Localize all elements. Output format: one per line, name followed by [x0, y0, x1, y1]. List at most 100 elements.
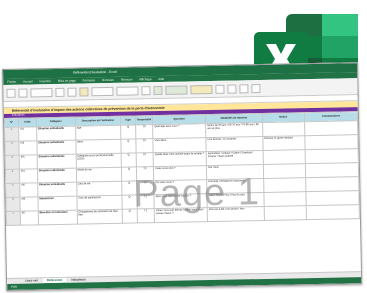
table-cell[interactable]: Vous êtes : — [153, 137, 207, 153]
table-cell[interactable]: T0 — [136, 180, 155, 195]
table-cell[interactable]: Oui / Non — [206, 164, 264, 180]
table-cell[interactable]: Q — [122, 208, 138, 224]
sort-filter-button[interactable] — [239, 83, 249, 93]
table-cell[interactable]: Une femme / Un homme — [205, 136, 263, 152]
table-cell[interactable]: Q — [121, 124, 136, 140]
table-cell[interactable]: Situation individuelle — [36, 140, 76, 155]
table-cell[interactable]: T0 — [135, 124, 154, 139]
table-cell[interactable]: I01 — [18, 126, 37, 142]
table-cell[interactable]: I02 — [18, 140, 37, 156]
number-format-button[interactable] — [141, 85, 151, 95]
table-cell[interactable]: I05 — [19, 182, 38, 198]
table-style-button[interactable] — [165, 84, 188, 95]
table-cell[interactable] — [263, 191, 307, 207]
table-cell[interactable] — [304, 134, 359, 150]
table-cell[interactable]: Agriculteur / Artisan / Cadre / Employé … — [206, 150, 263, 166]
table-cell[interactable]: 6 — [5, 197, 21, 212]
table-cell[interactable]: Q — [121, 138, 136, 154]
paste-button[interactable] — [6, 88, 16, 98]
column-header[interactable]: N° — [4, 118, 19, 128]
table-cell[interactable] — [305, 190, 360, 206]
insert-button[interactable] — [215, 84, 225, 94]
table-cell[interactable] — [262, 149, 306, 165]
menu-review[interactable]: Révision — [121, 77, 133, 81]
table-cell[interactable]: Quel âge avez-vous ? — [152, 123, 206, 139]
menu-help[interactable]: Aide — [158, 77, 164, 81]
table-cell[interactable] — [304, 120, 358, 136]
menu-layout[interactable]: Mise en page — [58, 79, 76, 83]
table-cell[interactable]: Situation individuelle — [36, 154, 76, 169]
table-cell[interactable]: T0 — [135, 152, 154, 167]
fill-color-button[interactable] — [79, 86, 89, 97]
table-cell[interactable]: Q — [122, 180, 137, 196]
table-cell[interactable] — [263, 205, 307, 221]
table-cell[interactable]: Situation individuelle — [37, 168, 77, 183]
column-header[interactable]: Type — [120, 115, 136, 126]
table-cell[interactable]: Taux de satisfaction — [76, 195, 123, 211]
menu-insert[interactable]: Insertion — [39, 79, 51, 83]
table-cell[interactable] — [263, 177, 306, 193]
menu-view[interactable]: Affichage — [139, 77, 152, 81]
alignment-group[interactable] — [91, 86, 114, 96]
table-cell[interactable]: 4 — [5, 169, 20, 184]
table-cell[interactable]: Sexe — [75, 139, 122, 155]
menu-home[interactable]: Accueil — [23, 79, 33, 83]
column-header[interactable]: Code — [18, 117, 37, 128]
table-cell[interactable] — [262, 163, 306, 179]
table-cell[interactable]: Lieu de vie — [76, 181, 123, 197]
menu-formulas[interactable]: Formules — [83, 78, 96, 82]
table-cell[interactable]: 7 — [6, 211, 21, 226]
table-cell[interactable]: Q — [121, 152, 136, 168]
table-cell[interactable]: Changement de sentiment de bien-être — [76, 209, 123, 225]
column-header[interactable]: Temporalité — [134, 115, 153, 125]
table-cell[interactable]: Situation individuelle — [37, 182, 77, 197]
table-cell[interactable]: 3 — [5, 155, 20, 170]
table-cell[interactable]: Bien-être et motivation — [37, 210, 78, 225]
font-selector[interactable] — [30, 87, 53, 97]
table-cell[interactable] — [305, 148, 359, 164]
table-cell[interactable]: I03 — [19, 154, 38, 170]
table-cell[interactable]: Domicile / Résidence autonomie — [206, 178, 264, 194]
find-button[interactable] — [251, 83, 261, 93]
table-cell[interactable]: Préciser le genre déclaré — [262, 135, 306, 151]
table-cell[interactable]: Q — [122, 194, 137, 210]
table-cell[interactable]: Mode de vie — [75, 167, 123, 183]
italic-button[interactable] — [67, 87, 77, 97]
menu-data[interactable]: Données — [102, 78, 114, 82]
table-cell[interactable] — [305, 162, 359, 178]
table-cell[interactable]: I07 — [20, 210, 39, 226]
table-cell[interactable]: 2 — [4, 141, 20, 156]
table-cell[interactable]: Q — [121, 166, 137, 182]
delete-button[interactable] — [227, 84, 237, 94]
table-cell[interactable]: Quelle était votre activité avant la ret… — [153, 151, 207, 167]
table-cell[interactable]: I04 — [19, 168, 38, 184]
table-cell[interactable]: Catégorie socio-professionnelle (CSP) — [75, 153, 122, 169]
spreadsheet-grid[interactable]: Référentiel d'évaluation d'impact des ac… — [3, 101, 361, 279]
table-cell[interactable]: Moins de 60 ans / 60-70 ans / 70-80 ans … — [205, 122, 263, 138]
bold-button[interactable] — [55, 87, 65, 97]
table-cell[interactable] — [262, 121, 305, 137]
table-cell[interactable]: Situation individuelle — [36, 126, 76, 141]
table-cell[interactable]: Oui tout à fait / Oui plutôt / Non — [207, 206, 265, 222]
table-cell[interactable]: I06 — [20, 196, 38, 212]
table-cell[interactable] — [305, 176, 359, 192]
cut-button[interactable] — [18, 88, 28, 98]
conditional-format-button[interactable] — [153, 85, 163, 95]
table-cell[interactable]: Age — [75, 125, 122, 141]
table-cell[interactable]: T1 — [136, 194, 155, 209]
table-cell[interactable]: Êtes-vous satisfait de l'action ? — [154, 193, 208, 209]
cell-styles-button[interactable] — [190, 84, 213, 94]
table-cell[interactable]: T0 — [135, 138, 154, 153]
table-cell[interactable]: 5 — [5, 183, 21, 198]
table-cell[interactable]: Très / Plutôt / Peu / Pas du tout — [207, 192, 264, 208]
table-cell[interactable]: T0 — [135, 166, 154, 181]
table-cell[interactable] — [306, 204, 360, 220]
table-cell[interactable]: Où vivez-vous ? — [153, 179, 208, 195]
table-cell[interactable]: Satisfaction — [37, 196, 77, 211]
table-cell[interactable]: Vivez-vous seul ? — [153, 165, 207, 181]
wrap-text-button[interactable] — [116, 85, 139, 96]
table-cell[interactable]: T1 — [136, 208, 155, 223]
table-cell[interactable]: Diriez-vous que depuis l'action vous vou… — [154, 207, 208, 223]
table-cell[interactable]: 1 — [4, 127, 19, 142]
menu-file[interactable]: Fichier — [7, 80, 16, 84]
